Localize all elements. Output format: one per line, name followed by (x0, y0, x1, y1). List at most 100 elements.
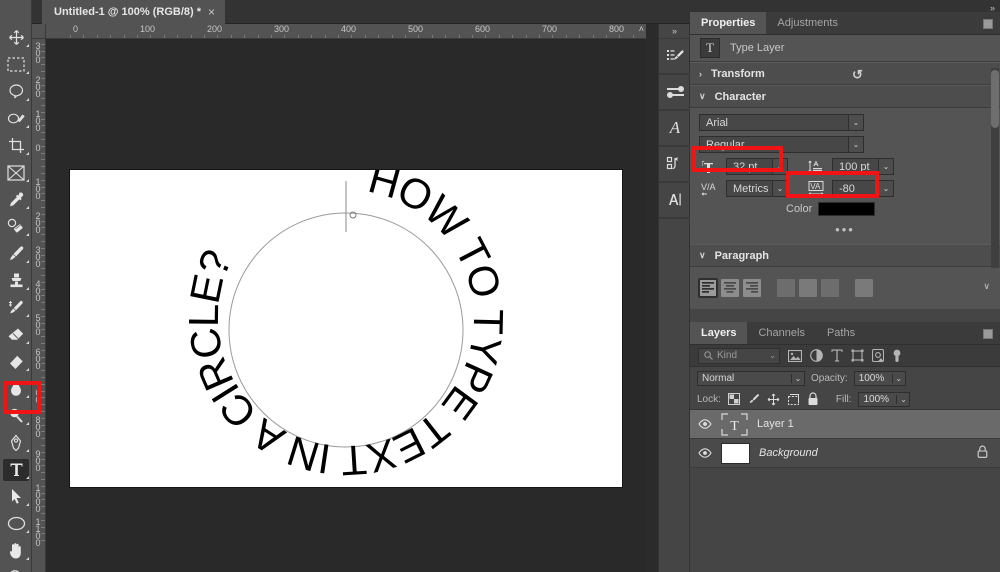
properties-scrollbar-thumb[interactable] (991, 70, 999, 128)
tool-pen-tool[interactable] (0, 429, 32, 456)
ruler-minor-tick (41, 77, 45, 79)
chevron-down-icon[interactable]: ⌄ (896, 394, 909, 404)
align-center-button[interactable] (721, 279, 739, 297)
align-left-button[interactable] (698, 278, 718, 298)
opacity-input[interactable]: 100% ⌄ (853, 370, 906, 386)
layer-name-layer-1: Layer 1 (757, 418, 794, 430)
tab-paths[interactable]: Paths (816, 322, 866, 344)
chevron-down-icon[interactable]: ⌄ (772, 159, 787, 174)
shape-filter-icon[interactable] (851, 349, 864, 362)
layer-row-layer-1[interactable]: T Layer 1 (690, 410, 1000, 439)
ruler-minor-tick (41, 234, 45, 236)
leading-input[interactable]: 100 pt ⌄ (832, 158, 894, 175)
chevron-down-icon[interactable]: ⌄ (769, 351, 776, 360)
chevron-down-icon[interactable]: ⌄ (891, 373, 905, 383)
pixel-filter-icon[interactable] (788, 349, 802, 362)
rail-collapse-chevron[interactable]: » (659, 24, 689, 38)
document-canvas[interactable]: HOW TO TYPE TEXT IN A CIRCLE? (70, 170, 622, 487)
justify-last-left-button[interactable] (777, 279, 795, 297)
tool-move-tool[interactable] (0, 24, 32, 51)
font-family-select[interactable]: Arial ⌄ (699, 114, 864, 131)
adjustment-filter-icon[interactable] (810, 349, 823, 362)
ruler-minor-tick (41, 200, 45, 202)
tool-history-brush-tool[interactable] (0, 294, 32, 321)
ruler-minor-tick (41, 458, 45, 460)
text-color-swatch[interactable] (818, 202, 876, 216)
glyphs-icon[interactable]: A (659, 110, 691, 146)
blend-mode-select[interactable]: Normal ⌄ (697, 370, 805, 386)
tab-adjustments[interactable]: Adjustments (766, 12, 849, 34)
layer-kind-filter[interactable]: Kind ⌄ (698, 347, 780, 364)
ruler-scroll-chevron[interactable]: ˄ (639, 24, 644, 34)
chevron-down-icon[interactable]: ⌄ (772, 181, 787, 196)
reset-icon[interactable]: ↺ (852, 67, 863, 83)
fill-value: 100% (863, 393, 890, 405)
type-filter-icon[interactable] (831, 349, 843, 362)
tool-flyout-corner (26, 71, 29, 74)
layer-row-background[interactable]: Background (690, 439, 1000, 468)
font-size-input[interactable]: 32 pt ⌄ (726, 158, 788, 175)
tab-layers[interactable]: Layers (690, 322, 748, 344)
justify-last-right-button[interactable] (821, 279, 839, 297)
lock-position-icon[interactable] (767, 393, 780, 406)
chevron-down-icon[interactable]: ⌄ (878, 181, 893, 196)
chevron-down-icon[interactable]: ⌄ (878, 159, 893, 174)
character-more-options[interactable]: ••• (690, 222, 1000, 237)
vertical-ruler[interactable]: 300 200 100 0 100 200 300 400 500 600 700 800 900 100… (32, 39, 46, 572)
ruler-minor-tick (41, 499, 45, 501)
chevron-down-icon[interactable]: ⌄ (848, 115, 863, 130)
smart-object-filter-icon[interactable] (872, 349, 884, 362)
character-icon[interactable] (659, 182, 691, 218)
chevron-down-icon[interactable]: ⌄ (848, 137, 863, 152)
actions-icon[interactable] (659, 146, 691, 182)
lock-transparent-icon[interactable] (727, 393, 740, 405)
paragraph-expand-chevron[interactable]: ∨ (983, 281, 990, 292)
close-icon[interactable]: × (208, 5, 215, 19)
tool-clone-stamp-tool[interactable] (0, 267, 32, 294)
chevron-down-icon[interactable]: ⌄ (791, 373, 804, 383)
align-right-button[interactable] (743, 279, 761, 297)
ruler-minor-tick (41, 356, 45, 358)
layers-panel-menu-icon[interactable] (983, 329, 993, 339)
character-section-header[interactable]: ∨ Character (690, 85, 1000, 108)
eye-icon[interactable] (698, 419, 712, 429)
tool-crop-tool[interactable] (0, 132, 32, 159)
tool-brush-tool[interactable] (0, 240, 32, 267)
tool-spot-healing-tool[interactable] (0, 213, 32, 240)
tool-type-tool[interactable] (0, 456, 32, 483)
transform-section-header[interactable]: › Transform ↺ (690, 62, 1000, 85)
justify-last-center-button[interactable] (799, 279, 817, 297)
tool-blur-tool[interactable] (0, 375, 32, 402)
tool-zoom-tool[interactable] (0, 564, 32, 572)
brush-presets-icon[interactable] (659, 74, 691, 110)
lock-image-icon[interactable] (747, 393, 760, 406)
kerning-input[interactable]: Metrics ⌄ (726, 180, 788, 197)
lock-all-icon[interactable] (807, 392, 819, 406)
brush-settings-icon[interactable] (659, 38, 691, 74)
tool-frame-tool[interactable] (0, 159, 32, 186)
tool-gradient-tool[interactable] (0, 348, 32, 375)
document-tab[interactable]: Untitled-1 @ 100% (RGB/8) * × (42, 0, 226, 24)
tool-dodge-tool[interactable] (0, 402, 32, 429)
lock-artboard-icon[interactable] (787, 393, 800, 406)
eye-icon[interactable] (698, 448, 712, 458)
properties-panel-menu-icon[interactable] (983, 19, 993, 29)
fill-input[interactable]: 100% ⌄ (858, 391, 911, 407)
paragraph-section-header[interactable]: ∨ Paragraph (690, 244, 1000, 267)
canvas-workspace[interactable]: HOW TO TYPE TEXT IN A CIRCLE? (46, 39, 646, 572)
filter-toggle-icon[interactable] (892, 349, 902, 363)
tool-lasso-tool[interactable] (0, 78, 32, 105)
horizontal-ruler[interactable]: 0 100 200 300 400 500 600 700 800 ˄ (46, 24, 646, 39)
tool-path-selection-tool[interactable] (0, 483, 32, 510)
tracking-input[interactable]: -80 ⌄ (832, 180, 894, 197)
tool-hand-tool[interactable] (0, 537, 32, 564)
tool-eraser-tool[interactable] (0, 321, 32, 348)
tab-channels[interactable]: Channels (747, 322, 815, 344)
tool-quick-selection-tool[interactable] (0, 105, 32, 132)
tab-properties[interactable]: Properties (690, 12, 767, 34)
justify-all-button[interactable] (855, 279, 873, 297)
tool-eyedropper-tool[interactable] (0, 186, 32, 213)
font-style-select[interactable]: Regular ⌄ (699, 136, 864, 153)
tool-marquee-tool[interactable] (0, 51, 32, 78)
tool-ellipse-tool[interactable] (0, 510, 32, 537)
